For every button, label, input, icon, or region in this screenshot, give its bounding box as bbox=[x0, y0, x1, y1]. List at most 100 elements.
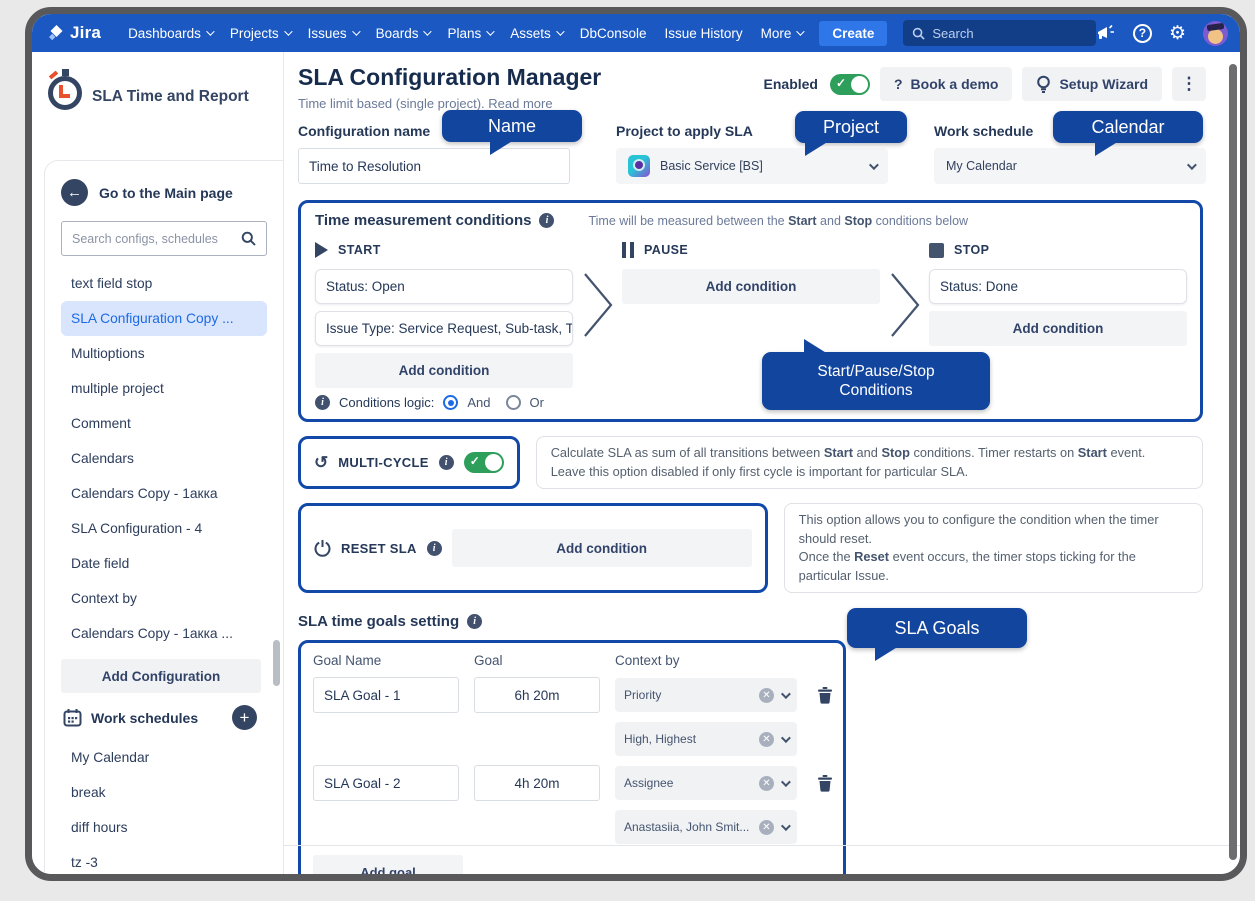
nav-item-boards[interactable]: Boards bbox=[367, 26, 439, 41]
multi-cycle-toggle[interactable]: ✓ bbox=[464, 452, 504, 473]
logic-and-label: And bbox=[467, 395, 490, 410]
goal-value-input[interactable]: 6h 20m bbox=[474, 677, 600, 713]
user-avatar[interactable] bbox=[1203, 21, 1228, 46]
create-button[interactable]: Create bbox=[819, 21, 887, 46]
history-icon: ↺ bbox=[314, 453, 328, 473]
sidebar-scrollbar[interactable] bbox=[273, 640, 280, 686]
settings-gear-icon[interactable]: ⚙ bbox=[1169, 24, 1186, 43]
clear-icon[interactable]: ✕ bbox=[759, 688, 774, 703]
config-item[interactable]: SLA Configuration - 4 bbox=[61, 511, 267, 546]
config-item[interactable]: Context by bbox=[61, 581, 267, 616]
callout-goals: SLA Goals bbox=[847, 608, 1027, 648]
clear-icon[interactable]: ✕ bbox=[759, 776, 774, 791]
jira-logo[interactable]: Jira bbox=[46, 23, 101, 43]
context-value-select[interactable]: Anastasiia, John Smit...✕ bbox=[615, 810, 797, 844]
config-item[interactable]: Date field bbox=[61, 546, 267, 581]
add-configuration-button[interactable]: Add Configuration bbox=[61, 659, 261, 693]
nav-item-issue-history[interactable]: Issue History bbox=[656, 26, 752, 41]
config-item[interactable]: Multioptions bbox=[61, 336, 267, 371]
config-item[interactable]: Comment bbox=[61, 406, 267, 441]
stop-add-condition-button[interactable]: Add condition bbox=[929, 311, 1187, 346]
main-scrollbar[interactable] bbox=[1229, 64, 1237, 860]
nav-item-assets[interactable]: Assets bbox=[501, 26, 571, 41]
start-condition-chip[interactable]: Status: Open bbox=[315, 269, 573, 304]
config-item[interactable]: Calendars Copy - 1акка ... bbox=[61, 616, 267, 651]
callout-tail bbox=[805, 141, 829, 156]
pause-add-condition-button[interactable]: Add condition bbox=[622, 269, 880, 304]
setup-wizard-button[interactable]: Setup Wizard bbox=[1022, 67, 1162, 101]
config-item[interactable]: text field stop bbox=[61, 266, 267, 301]
info-icon[interactable]: i bbox=[315, 395, 330, 410]
info-icon[interactable]: i bbox=[467, 614, 482, 629]
more-actions-button[interactable]: ⋮ bbox=[1172, 67, 1206, 101]
chevron-down-icon bbox=[206, 27, 214, 35]
search-icon bbox=[912, 27, 925, 40]
context-value-select[interactable]: High, Highest✕ bbox=[615, 722, 797, 756]
info-icon[interactable]: i bbox=[439, 455, 454, 470]
read-more-link[interactable]: Read more bbox=[488, 96, 552, 111]
clear-icon[interactable]: ✕ bbox=[759, 732, 774, 747]
announcement-icon[interactable] bbox=[1096, 24, 1116, 42]
nav-item-more[interactable]: More bbox=[752, 26, 812, 41]
config-item-selected[interactable]: SLA Configuration Copy ... bbox=[61, 301, 267, 336]
configs-search-placeholder: Search configs, schedules bbox=[72, 232, 233, 246]
context-select[interactable]: Assignee✕ bbox=[615, 766, 797, 800]
nav-item-dbconsole[interactable]: DbConsole bbox=[571, 26, 656, 41]
conditions-logic-row: i Conditions logic: And Or bbox=[315, 395, 573, 412]
delete-goal-button[interactable] bbox=[816, 774, 834, 793]
avatar-cap bbox=[1207, 22, 1225, 30]
schedule-item[interactable]: My Calendar bbox=[61, 740, 267, 775]
goal-name-input[interactable]: SLA Goal - 2 bbox=[313, 765, 459, 801]
schedule-item[interactable]: My Calendar - 1 bbox=[61, 880, 267, 881]
work-schedule-select[interactable]: My Calendar bbox=[934, 148, 1206, 184]
config-list: text field stop SLA Configuration Copy .… bbox=[61, 266, 267, 651]
toggle-knob bbox=[485, 454, 502, 471]
info-icon[interactable]: i bbox=[427, 541, 442, 556]
project-select[interactable]: Basic Service [BS] bbox=[616, 148, 888, 184]
add-goal-button[interactable]: Add goal bbox=[313, 855, 463, 881]
configuration-name-input[interactable]: Time to Resolution bbox=[298, 148, 570, 184]
toggle-knob bbox=[851, 76, 868, 93]
config-item[interactable]: multiple project bbox=[61, 371, 267, 406]
chevron-down-icon bbox=[869, 160, 879, 170]
help-icon[interactable]: ? bbox=[1133, 24, 1152, 43]
nav-item-dashboards[interactable]: Dashboards bbox=[119, 26, 221, 41]
nav-item-projects[interactable]: Projects bbox=[221, 26, 299, 41]
logic-and-radio[interactable] bbox=[443, 395, 458, 410]
goal-value-input[interactable]: 4h 20m bbox=[474, 765, 600, 801]
nav-item-issues[interactable]: Issues bbox=[299, 26, 367, 41]
start-column: START Status: Open Issue Type: Service R… bbox=[315, 238, 573, 412]
reset-sla-description: This option allows you to configure the … bbox=[784, 503, 1203, 593]
delete-goal-button[interactable] bbox=[816, 686, 834, 705]
enabled-toggle[interactable]: ✓ bbox=[830, 74, 870, 95]
config-item[interactable]: Calendars bbox=[61, 441, 267, 476]
schedule-item[interactable]: diff hours bbox=[61, 810, 267, 845]
go-to-main-page[interactable]: ← Go to the Main page bbox=[61, 179, 267, 206]
chevron-down-icon bbox=[797, 27, 805, 35]
add-schedule-button[interactable]: + bbox=[232, 705, 257, 730]
play-icon bbox=[315, 242, 328, 258]
check-icon: ✓ bbox=[836, 76, 846, 90]
stop-condition-chip[interactable]: Status: Done bbox=[929, 269, 1187, 304]
start-condition-chip[interactable]: Issue Type: Service Request, Sub-task, T… bbox=[315, 311, 573, 346]
logic-or-radio[interactable] bbox=[506, 395, 521, 410]
callout-tail bbox=[1095, 141, 1119, 156]
reset-add-condition-button[interactable]: Add condition bbox=[452, 529, 752, 567]
goal-name-input[interactable]: SLA Goal - 1 bbox=[313, 677, 459, 713]
pause-icon bbox=[622, 242, 634, 258]
context-select[interactable]: Priority✕ bbox=[615, 678, 797, 712]
schedule-item[interactable]: tz -3 bbox=[61, 845, 267, 880]
chevron-down-icon bbox=[781, 821, 791, 831]
nav-search-input[interactable]: Search bbox=[903, 20, 1096, 46]
start-add-condition-button[interactable]: Add condition bbox=[315, 353, 573, 388]
callout-calendar: Calendar bbox=[1053, 111, 1203, 143]
stopwatch-icon bbox=[46, 66, 88, 112]
clear-icon[interactable]: ✕ bbox=[759, 820, 774, 835]
book-a-demo-button[interactable]: ?Book a demo bbox=[880, 67, 1012, 101]
search-icon bbox=[241, 231, 256, 246]
nav-item-plans[interactable]: Plans bbox=[438, 26, 501, 41]
info-icon[interactable]: i bbox=[539, 213, 554, 228]
schedule-item[interactable]: break bbox=[61, 775, 267, 810]
config-item[interactable]: Calendars Copy - 1акка bbox=[61, 476, 267, 511]
configs-search-input[interactable]: Search configs, schedules bbox=[61, 221, 267, 256]
